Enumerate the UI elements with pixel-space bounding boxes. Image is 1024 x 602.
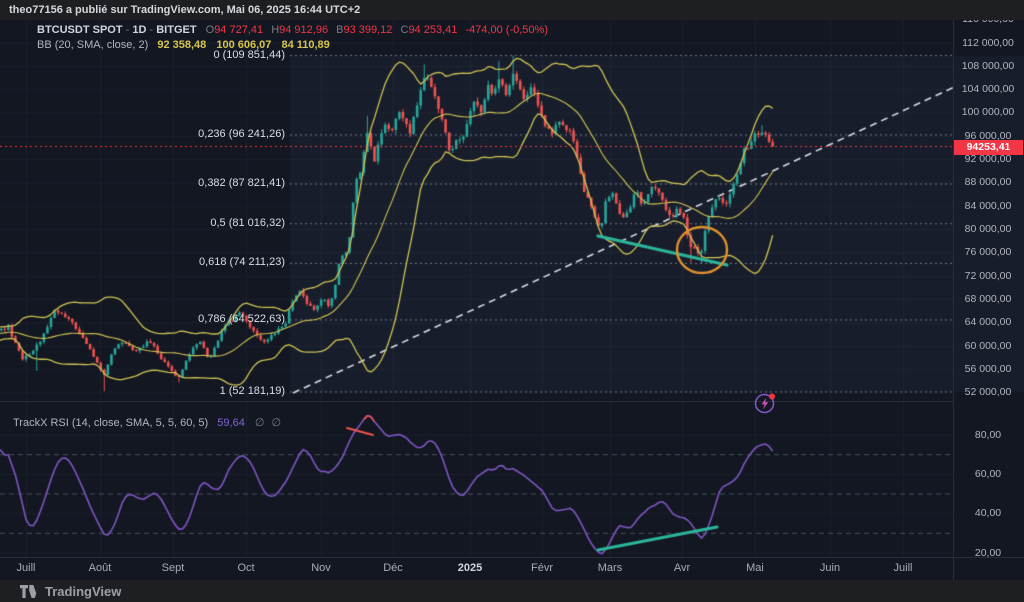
footer-bar: TradingView xyxy=(0,580,1024,602)
tradingview-logo[interactable]: TradingView xyxy=(20,584,121,599)
tradingview-logo-icon xyxy=(20,585,39,598)
price-axis-label: 60 000,00 xyxy=(956,340,1020,352)
fib-level-label: 0,5 (81 016,32) xyxy=(210,217,285,229)
bb-upper-value: 100 606,07 xyxy=(216,39,271,51)
rsi-empty-value: ∅ xyxy=(272,417,282,429)
bb-lower-value: 84 110,89 xyxy=(281,39,329,51)
rsi-legend: TrackX RSI (14, close, SMA, 5, 5, 60, 5)… xyxy=(13,416,281,429)
rsi-label: TrackX RSI (14, close, SMA, 5, 5, 60, 5) xyxy=(13,417,208,429)
boost-button[interactable] xyxy=(752,390,778,416)
time-axis-label: 2025 xyxy=(458,562,482,574)
low-value: 93 399,12 xyxy=(343,24,392,36)
price-axis-label: 52 000,00 xyxy=(956,386,1020,398)
fib-level-label: 0,786 (64 522,63) xyxy=(198,313,285,325)
price-axis-label: 100 000,00 xyxy=(956,106,1020,118)
rsi-value: 59,64 xyxy=(217,417,245,429)
tradingview-brand-text: TradingView xyxy=(45,584,121,599)
price-axis-label: 72 000,00 xyxy=(956,270,1020,282)
open-label: O xyxy=(206,24,215,36)
time-axis-label: Juin xyxy=(820,562,840,574)
rsi-axis-label: 80,00 xyxy=(956,429,1020,441)
chart-canvas[interactable] xyxy=(0,0,1024,602)
high-value: 94 912,96 xyxy=(279,24,328,36)
time-axis-label: Févr xyxy=(531,562,553,574)
time-axis-label: Sept xyxy=(162,562,185,574)
publish-bar-text: theo77156 a publié sur TradingView.com, … xyxy=(9,4,360,16)
tradingview-snapshot: theo77156 a publié sur TradingView.com, … xyxy=(0,0,1024,602)
time-axis-label: Mai xyxy=(746,562,764,574)
open-value: 94 727,41 xyxy=(214,24,263,36)
price-axis-label: 80 000,00 xyxy=(956,223,1020,235)
price-axis-label: 108 000,00 xyxy=(956,60,1020,72)
bb-basis-value: 92 358,48 xyxy=(157,39,206,51)
legend-separator: - xyxy=(126,24,130,36)
price-axis-label: 76 000,00 xyxy=(956,246,1020,258)
fib-level-label: 1 (52 181,19) xyxy=(220,385,285,397)
price-axis-label: 84 000,00 xyxy=(956,200,1020,212)
legend-separator: - xyxy=(149,24,153,36)
time-axis-label: Nov xyxy=(311,562,331,574)
time-axis-label: Juill xyxy=(894,562,913,574)
time-axis-label: Déc xyxy=(383,562,403,574)
price-axis-label: 56 000,00 xyxy=(956,363,1020,375)
fib-level-label: 0,382 (87 821,41) xyxy=(198,177,285,189)
lightning-icon xyxy=(752,390,778,416)
time-axis-label: Mars xyxy=(598,562,622,574)
time-axis-label: Oct xyxy=(237,562,254,574)
change-value: -474,00 (-0,50%) xyxy=(465,24,548,36)
symbol-name: BTCUSDT SPOT xyxy=(37,24,123,36)
symbol-interval: 1D xyxy=(132,24,146,36)
close-value: 94 253,41 xyxy=(408,24,457,36)
price-axis-label: 64 000,00 xyxy=(956,316,1020,328)
symbol-exchange: BITGET xyxy=(156,24,196,36)
high-label: H xyxy=(271,24,279,36)
time-axis-label: Août xyxy=(89,562,112,574)
fib-level-label: 0,618 (74 211,23) xyxy=(199,256,285,268)
last-price-badge: 94253,41 xyxy=(954,140,1023,155)
time-axis-label: Juill xyxy=(17,562,36,574)
bb-legend: BB (20, SMA, close, 2) 92 358,48 100 606… xyxy=(37,39,330,51)
price-axis-label: 112 000,00 xyxy=(956,37,1020,49)
fib-level-label: 0,236 (96 241,26) xyxy=(198,128,285,140)
rsi-axis-label: 60,00 xyxy=(956,468,1020,480)
price-axis-label: 104 000,00 xyxy=(956,83,1020,95)
symbol-legend: BTCUSDT SPOT - 1D - BITGET O94 727,41 H9… xyxy=(37,24,548,36)
price-axis-label: 88 000,00 xyxy=(956,176,1020,188)
pane-divider[interactable] xyxy=(0,401,953,402)
rsi-axis-label: 20,00 xyxy=(956,547,1020,559)
publish-bar: theo77156 a publié sur TradingView.com, … xyxy=(0,0,1024,20)
time-axis-label: Avr xyxy=(674,562,690,574)
price-axis-label: 68 000,00 xyxy=(956,293,1020,305)
rsi-empty-value: ∅ xyxy=(255,417,265,429)
bb-label: BB (20, SMA, close, 2) xyxy=(37,39,148,51)
rsi-axis-label: 40,00 xyxy=(956,507,1020,519)
